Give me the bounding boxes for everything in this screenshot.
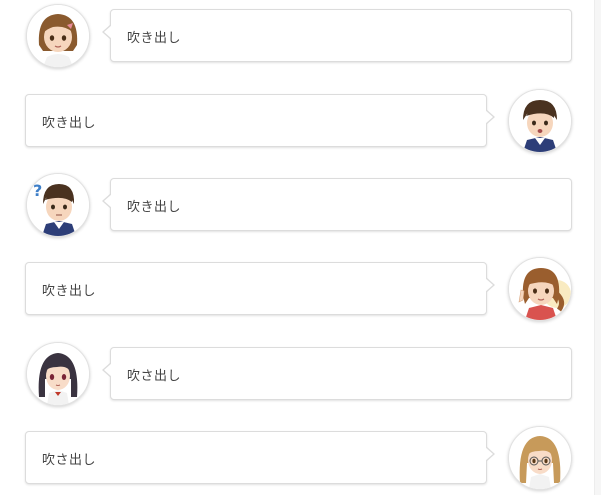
girl-dark-hair-avatar-icon [26,342,90,406]
chat-page: 吹き出し 吹き出し ? 吹き出し 吹き出し 吹さ出し 吹さ出し [0,0,601,495]
speech-bubble-text: 吹き出し [42,116,97,131]
chat-row: ? 吹き出し [0,173,594,243]
speech-bubble: 吹き出し [102,178,572,231]
woman-blonde-avatar-icon [508,426,572,490]
chat-row: 吹さ出し [0,426,594,495]
speech-bubble: 吹き出し [102,9,572,62]
woman-pointing-avatar-icon [508,257,572,321]
speech-bubble-text: 吹さ出し [42,453,97,468]
scrollbar[interactable] [594,0,601,495]
speech-bubble: 吹き出し [25,94,495,147]
speech-bubble-text: 吹き出し [127,200,182,215]
speech-bubble: 吹き出し [25,262,495,315]
chat-row: 吹き出し [0,89,594,159]
speech-bubble: 吹さ出し [25,431,495,484]
speech-bubble-text: 吹き出し [42,284,97,299]
speech-bubble-text: 吹さ出し [127,369,182,384]
chat-row: 吹さ出し [0,342,594,412]
speech-bubble-text: 吹き出し [127,31,182,46]
woman-brown-hair-avatar-icon [26,4,90,68]
speech-bubble: 吹さ出し [102,347,572,400]
chat-row: 吹き出し [0,4,594,74]
chat-row: 吹き出し [0,257,594,327]
svg-text:?: ? [33,181,42,200]
man-question-mark-avatar-icon: ? [26,173,90,237]
man-surprised-avatar-icon [508,89,572,153]
